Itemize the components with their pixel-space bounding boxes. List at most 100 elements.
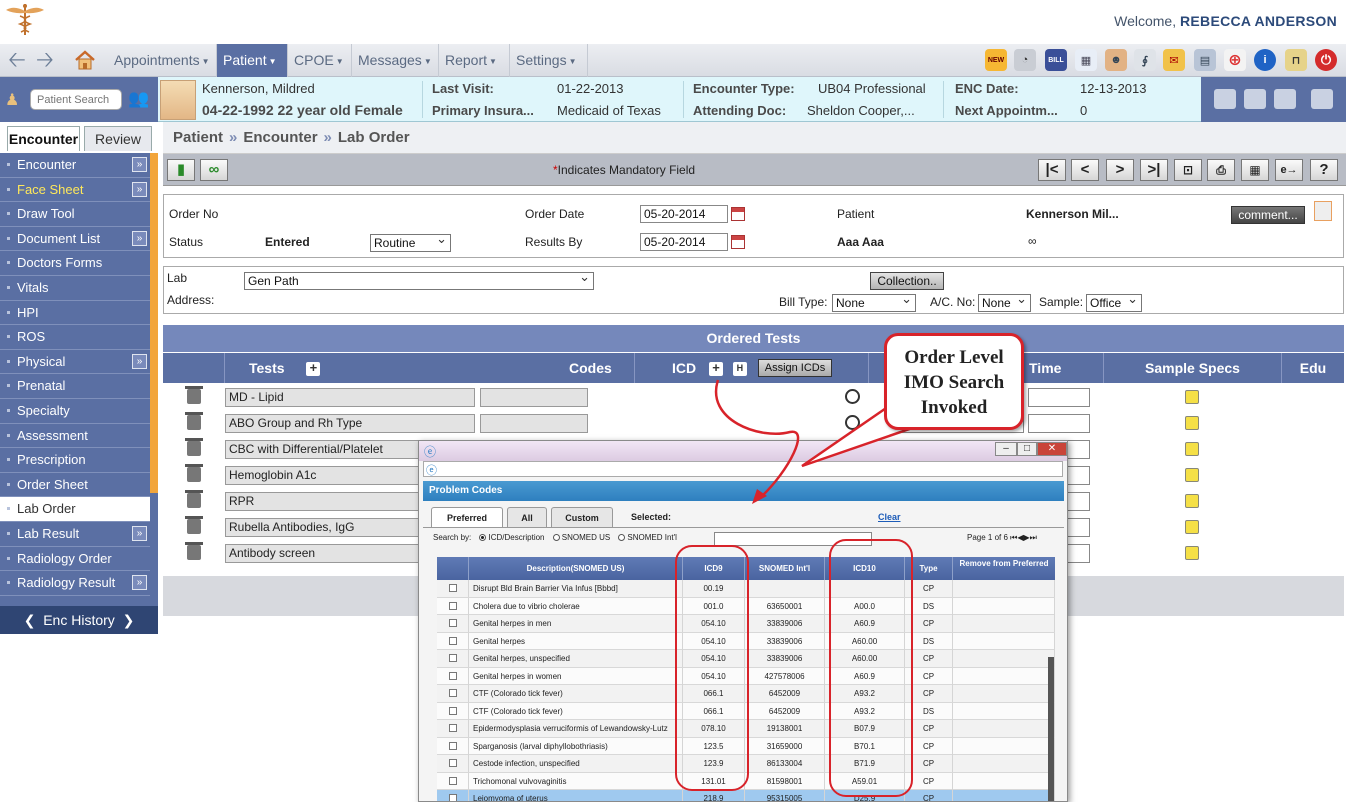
sample-spec-note-icon[interactable] <box>1185 390 1199 404</box>
sidebar-item-face-sheet[interactable]: Face Sheet » <box>0 177 150 203</box>
sidebar-item-document-list[interactable]: Document List » <box>0 226 150 252</box>
preview-icon[interactable]: ⊡ <box>1174 159 1202 181</box>
menu-settings[interactable]: Settings ▼ <box>510 44 588 77</box>
sidebar-item-prescription[interactable]: Prescription <box>0 448 150 473</box>
last-record-button[interactable]: >| <box>1140 159 1168 181</box>
expand-icon[interactable]: » <box>132 157 147 172</box>
lock-icon[interactable]: ⊓ <box>1285 49 1307 71</box>
trash-icon[interactable] <box>185 516 203 534</box>
menu-patient[interactable]: Patient ▼ <box>217 44 288 77</box>
first-record-button[interactable]: |< <box>1038 159 1066 181</box>
time-input[interactable] <box>1028 414 1090 433</box>
documents-icon[interactable]: ▤ <box>1194 49 1216 71</box>
row-checkbox[interactable] <box>449 636 457 645</box>
row-checkbox[interactable] <box>449 741 457 750</box>
new-badge-icon[interactable]: NEW <box>985 49 1007 71</box>
grid-row[interactable]: Genital herpes 054.10 33839006 A60.00 DS <box>437 632 1055 650</box>
user-edit-icon[interactable] <box>1274 89 1296 109</box>
sidebar-item-physical[interactable]: Physical » <box>0 349 150 375</box>
lifebuoy-help-icon[interactable]: ⊕ <box>1224 49 1246 71</box>
help-button[interactable]: ? <box>1310 159 1338 181</box>
forward-arrow-icon[interactable]: 🡢 <box>36 49 54 71</box>
sidebar-item-draw-tool[interactable]: Draw Tool <box>0 202 150 227</box>
sidebar-item-doctors-forms[interactable]: Doctors Forms <box>0 251 150 276</box>
patient-search-input[interactable] <box>30 89 122 110</box>
sidebar-item-order-sheet[interactable]: Order Sheet <box>0 472 150 498</box>
sample-spec-note-icon[interactable] <box>1185 520 1199 534</box>
sample-spec-note-icon[interactable] <box>1185 546 1199 560</box>
dashboard-gauge-icon[interactable]: ◔ <box>1014 49 1036 71</box>
collection-button[interactable]: Collection.. <box>870 272 944 290</box>
grid-row[interactable]: CTF (Colorado tick fever) 066.1 6452009 A93… <box>437 685 1055 703</box>
results-by-input[interactable]: 05-20-2014 <box>640 233 728 251</box>
radio-snomed-intl[interactable] <box>618 534 626 542</box>
grid-row[interactable]: CTF (Colorado tick fever) 066.1 6452009 A93… <box>437 702 1055 720</box>
row-checkbox[interactable] <box>449 689 457 697</box>
bill-icon[interactable]: BILL <box>1045 49 1067 71</box>
magnifier-search-icon[interactable] <box>845 389 860 404</box>
previous-record-button[interactable]: < <box>1071 159 1099 181</box>
sidebar-scrollbar[interactable] <box>150 153 158 493</box>
row-checkbox[interactable] <box>449 654 457 662</box>
sidebar-item-radiology-order[interactable]: Radiology Order <box>0 546 150 572</box>
sidebar-item-assessment[interactable]: Assessment <box>0 423 150 449</box>
sidebar-item-radiology-result[interactable]: Radiology Result » <box>0 571 150 596</box>
grid-row[interactable]: Cestode infection, unspecified 123.9 86133… <box>437 755 1055 773</box>
last-page-icon[interactable]: ⏭ <box>1030 533 1037 542</box>
priority-select[interactable]: Routine <box>370 234 451 252</box>
calendar-icon[interactable] <box>731 235 745 249</box>
sidebar-item-prenatal[interactable]: Prenatal <box>0 374 150 399</box>
power-logout-icon[interactable]: ⏻ <box>1315 49 1337 71</box>
popup-address-bar[interactable]: ⓔ <box>423 461 1063 477</box>
clear-link[interactable]: Clear <box>878 512 901 522</box>
sidebar-item-lab-result[interactable]: Lab Result » <box>0 521 150 547</box>
user-alert-icon[interactable] <box>1244 89 1266 109</box>
icd-search-plus-icon[interactable]: + <box>709 361 724 377</box>
user-icon[interactable]: ☻ <box>1105 49 1127 71</box>
sidebar-item-hpi[interactable]: HPI <box>0 300 150 326</box>
ac-no-select[interactable]: None <box>978 294 1031 312</box>
home-icon[interactable] <box>74 50 96 70</box>
trash-icon[interactable] <box>185 542 203 560</box>
comment-button[interactable]: comment... <box>1231 206 1305 224</box>
card-reader-icon[interactable] <box>1214 89 1236 109</box>
expand-icon[interactable]: » <box>132 353 147 369</box>
order-date-input[interactable]: 05-20-2014 <box>640 205 728 223</box>
grid-row[interactable]: Genital herpes in men 054.10 33839006 A60.9… <box>437 615 1055 633</box>
grid-row[interactable]: Genital herpes, unspecified 054.10 3383900… <box>437 650 1055 668</box>
row-checkbox[interactable] <box>449 724 457 732</box>
patient-lookup-icon[interactable]: ♟ <box>5 90 23 109</box>
row-checkbox[interactable] <box>449 794 457 801</box>
maximize-button[interactable]: □ <box>1017 442 1037 456</box>
row-checkbox[interactable] <box>449 671 457 680</box>
tab-all[interactable]: All <box>507 507 547 528</box>
chevron-left-icon[interactable]: ❮ <box>24 612 36 628</box>
calendar-clock-icon[interactable]: ▦ <box>1075 49 1097 71</box>
fax-icon[interactable]: ▦ <box>1241 159 1269 181</box>
row-checkbox[interactable] <box>449 706 457 715</box>
sidebar-item-encounter[interactable]: Encounter » <box>0 153 150 178</box>
radio-icd-description[interactable] <box>479 534 487 542</box>
network-icon[interactable] <box>1311 89 1333 109</box>
row-checkbox[interactable] <box>449 759 457 767</box>
trash-icon[interactable] <box>185 464 203 482</box>
row-checkbox[interactable] <box>449 601 457 610</box>
expand-icon[interactable]: » <box>132 181 147 197</box>
minimize-button[interactable]: – <box>995 442 1017 456</box>
problem-code-search-input[interactable] <box>714 532 872 546</box>
sample-select[interactable]: Office <box>1086 294 1142 312</box>
patient-group-icon[interactable]: 👥 <box>128 89 149 109</box>
row-checkbox[interactable] <box>449 619 457 627</box>
breadcrumb-encounter[interactable]: Encounter <box>243 129 317 146</box>
document-chart-icon[interactable] <box>1314 201 1332 221</box>
grid-row[interactable]: Epidermodysplasia verruciformis of Lewan… <box>437 720 1055 738</box>
trash-icon[interactable] <box>185 490 203 508</box>
sample-spec-note-icon[interactable] <box>1185 494 1199 508</box>
sidebar-item-ros[interactable]: ROS <box>0 325 150 350</box>
radio-snomed-us[interactable] <box>552 534 560 542</box>
trash-icon[interactable] <box>185 438 203 456</box>
lab-select[interactable]: Gen Path <box>244 272 594 290</box>
menu-messages[interactable]: Messages ▼ <box>352 44 439 77</box>
back-arrow-icon[interactable]: 🡠 <box>8 49 26 71</box>
tab-custom[interactable]: Custom <box>551 507 613 528</box>
